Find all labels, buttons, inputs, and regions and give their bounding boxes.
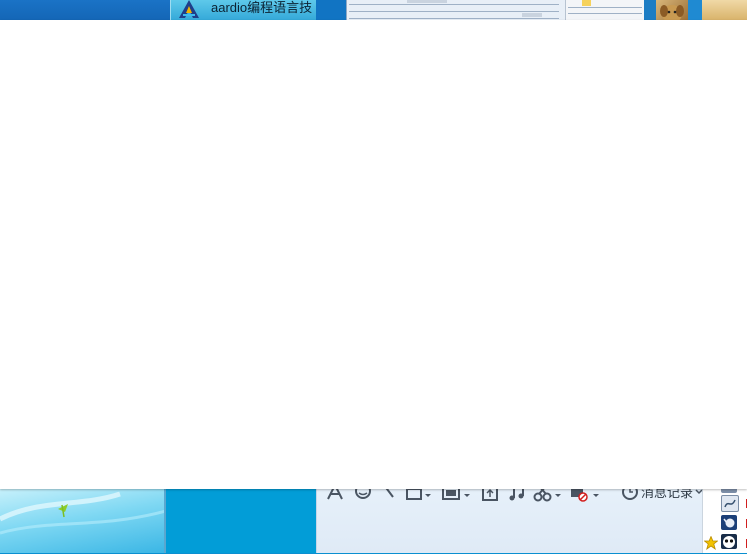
thumbnail-side-panel — [565, 0, 646, 20]
panda-avatar-icon — [723, 536, 735, 548]
taskbar-gap — [316, 0, 346, 20]
contact-avatar-2[interactable] — [721, 515, 737, 530]
cat-avatar-icon — [723, 518, 735, 528]
beach-thumbnail[interactable] — [702, 0, 747, 20]
taskbar-top-strip: aardio编程语言技 — [0, 0, 747, 20]
contact-avatar-1[interactable] — [721, 495, 739, 512]
signature-avatar-icon — [724, 499, 736, 508]
taskbar-background — [0, 0, 170, 20]
wallpaper-swirl-icon — [0, 491, 166, 535]
taskbar-button-aardio[interactable]: aardio编程语言技 — [170, 0, 317, 20]
contact-avatar-3[interactable] — [721, 534, 737, 549]
aardio-logo-icon — [179, 0, 199, 18]
dog-avatar-thumbnail[interactable] — [656, 0, 688, 20]
desktop-wallpaper — [0, 489, 166, 553]
contact-list-column — [702, 485, 747, 553]
window-thumbnail-preview[interactable] — [346, 0, 646, 20]
taskbar-button-label: aardio编程语言技 — [211, 0, 313, 15]
bottom-strip: 消息记录 — [0, 483, 747, 553]
favorite-star-icon[interactable] — [703, 535, 719, 550]
dog-icon — [660, 5, 684, 20]
blue-panel — [166, 489, 316, 553]
blank-popup-window — [0, 20, 747, 489]
chat-input-toolbar: 消息记录 — [316, 483, 703, 553]
